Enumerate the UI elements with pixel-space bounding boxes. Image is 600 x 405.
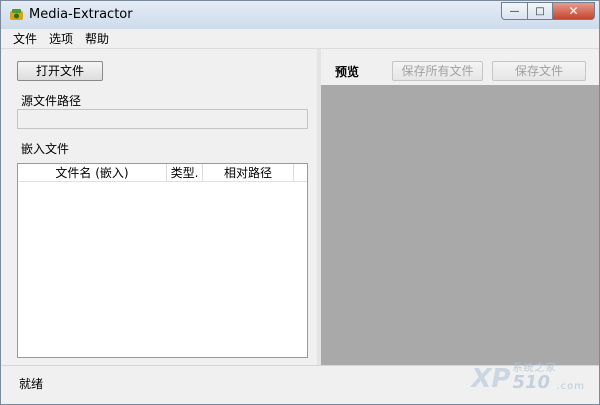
column-header-filename[interactable]: 文件名 (嵌入) — [18, 164, 167, 182]
watermark-suffix: .com — [556, 381, 585, 392]
minimize-icon: — — [509, 5, 520, 17]
app-icon — [10, 9, 23, 20]
maximize-button[interactable]: □ — [527, 2, 552, 20]
column-header-relative-path[interactable]: 相对路径 — [203, 164, 294, 182]
status-text: 就绪 — [19, 377, 44, 391]
preview-toolbar: 预览 保存所有文件 保存文件 — [321, 53, 599, 85]
watermark-logo: XP 系统之家 510 .com — [471, 359, 585, 392]
close-icon: ✕ — [568, 4, 579, 18]
maximize-icon: □ — [535, 5, 545, 17]
watermark-number: 510 — [512, 372, 551, 393]
status-bar: 就绪 XP 系统之家 510 .com — [1, 363, 599, 404]
menu-file[interactable]: 文件 — [7, 30, 43, 48]
save-all-files-button[interactable]: 保存所有文件 — [392, 61, 483, 81]
minimize-button[interactable]: — — [501, 2, 527, 20]
preview-label: 预览 — [335, 65, 360, 79]
close-button[interactable]: ✕ — [552, 2, 595, 20]
window-title: Media-Extractor — [29, 7, 133, 22]
open-file-button[interactable]: 打开文件 — [17, 61, 103, 81]
save-file-button[interactable]: 保存文件 — [492, 61, 586, 81]
column-header-type[interactable]: 类型. — [167, 164, 203, 182]
source-path-label: 源文件路径 — [21, 94, 82, 108]
menu-options[interactable]: 选项 — [43, 30, 79, 48]
title-bar[interactable]: Media-Extractor — □ ✕ — [1, 1, 599, 29]
left-panel: 打开文件 源文件路径 嵌入文件 文件名 (嵌入) 类型. 相对路径 — [9, 53, 317, 363]
embedded-files-list[interactable]: 文件名 (嵌入) 类型. 相对路径 — [17, 163, 308, 358]
preview-area — [321, 85, 599, 365]
embedded-files-label: 嵌入文件 — [21, 142, 70, 156]
window-controls: — □ ✕ — [501, 2, 595, 20]
menu-bar: 文件 选项 帮助 — [1, 29, 599, 49]
watermark-prefix: XP — [471, 364, 511, 394]
source-path-field[interactable] — [17, 109, 308, 129]
app-window: Media-Extractor — □ ✕ 文件 选项 帮助 打开文件 源文件路… — [0, 0, 600, 405]
list-header: 文件名 (嵌入) 类型. 相对路径 — [18, 164, 307, 182]
menu-help[interactable]: 帮助 — [79, 30, 115, 48]
